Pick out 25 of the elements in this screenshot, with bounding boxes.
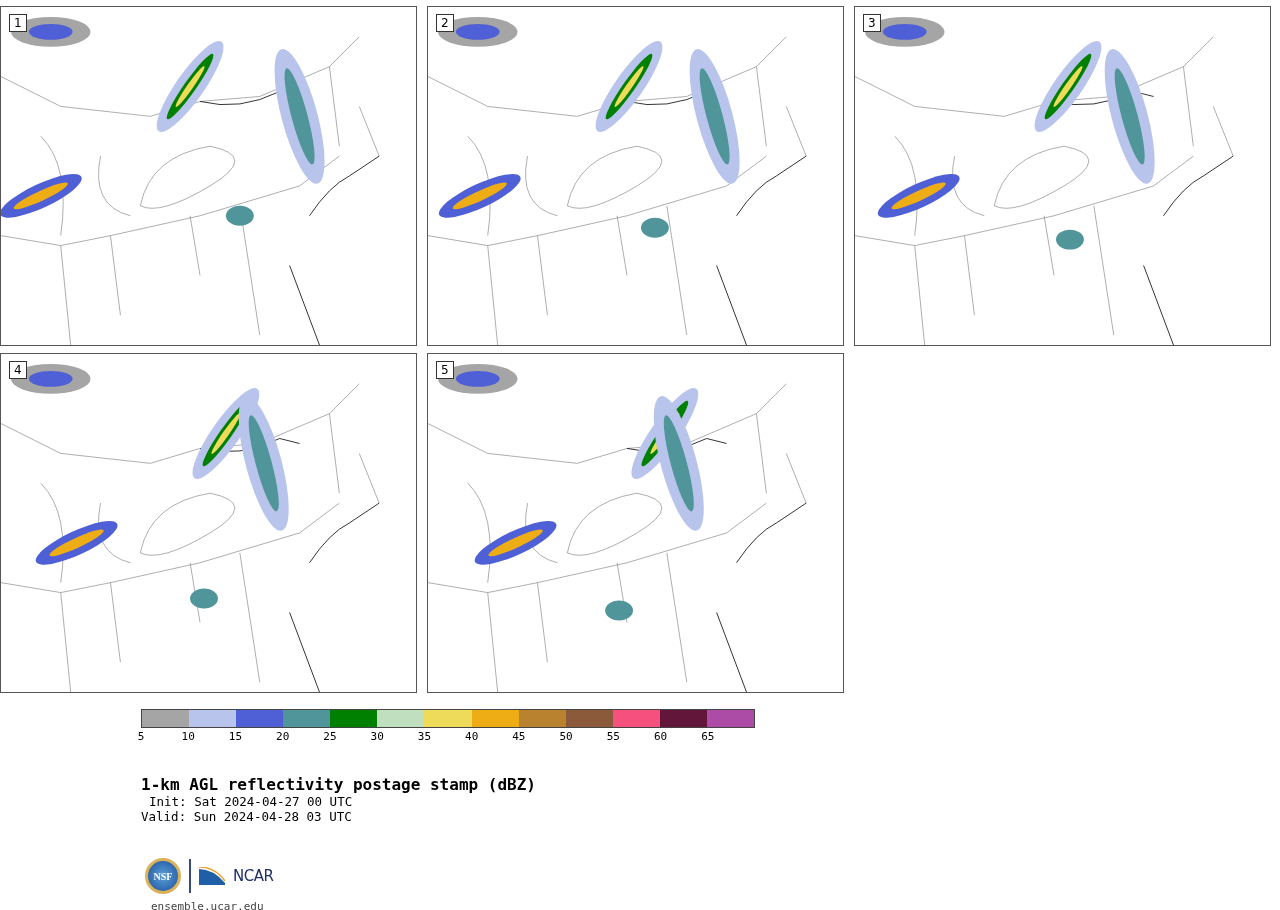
tick-label: 35 bbox=[417, 730, 432, 743]
tick-label: 50 bbox=[559, 730, 573, 743]
chart-title: 1-km AGL reflectivity postage stamp (dBZ) bbox=[141, 775, 537, 794]
tick-label: 40 bbox=[465, 730, 479, 743]
tick-label: 30 bbox=[370, 730, 384, 743]
valid-time: Valid: Sun 2024-04-28 03 UTC bbox=[141, 809, 353, 824]
panel-number: 5 bbox=[436, 361, 454, 379]
tick-label: 55 bbox=[606, 730, 620, 743]
tick-label: 15 bbox=[228, 730, 243, 743]
panel-number: 1 bbox=[9, 14, 27, 32]
tick-label: 5 bbox=[137, 730, 145, 743]
tick-label: 60 bbox=[653, 730, 668, 743]
tick-label: 20 bbox=[276, 730, 290, 743]
panel-number: 4 bbox=[9, 361, 27, 379]
website-url: ensemble.ucar.edu bbox=[151, 900, 265, 910]
tick-label: 65 bbox=[701, 730, 715, 743]
panel-number: 3 bbox=[863, 14, 881, 32]
init-time: Init: Sat 2024-04-27 00 UTC bbox=[148, 794, 354, 809]
ncar-logo: NCAR bbox=[233, 867, 274, 885]
tick-label: 25 bbox=[323, 730, 337, 743]
tick-label: 10 bbox=[181, 730, 195, 743]
swoosh-icon bbox=[199, 867, 225, 885]
panel-number: 2 bbox=[436, 14, 454, 32]
tick-label: 45 bbox=[512, 730, 526, 743]
nsf-logo: NSF bbox=[145, 858, 181, 894]
